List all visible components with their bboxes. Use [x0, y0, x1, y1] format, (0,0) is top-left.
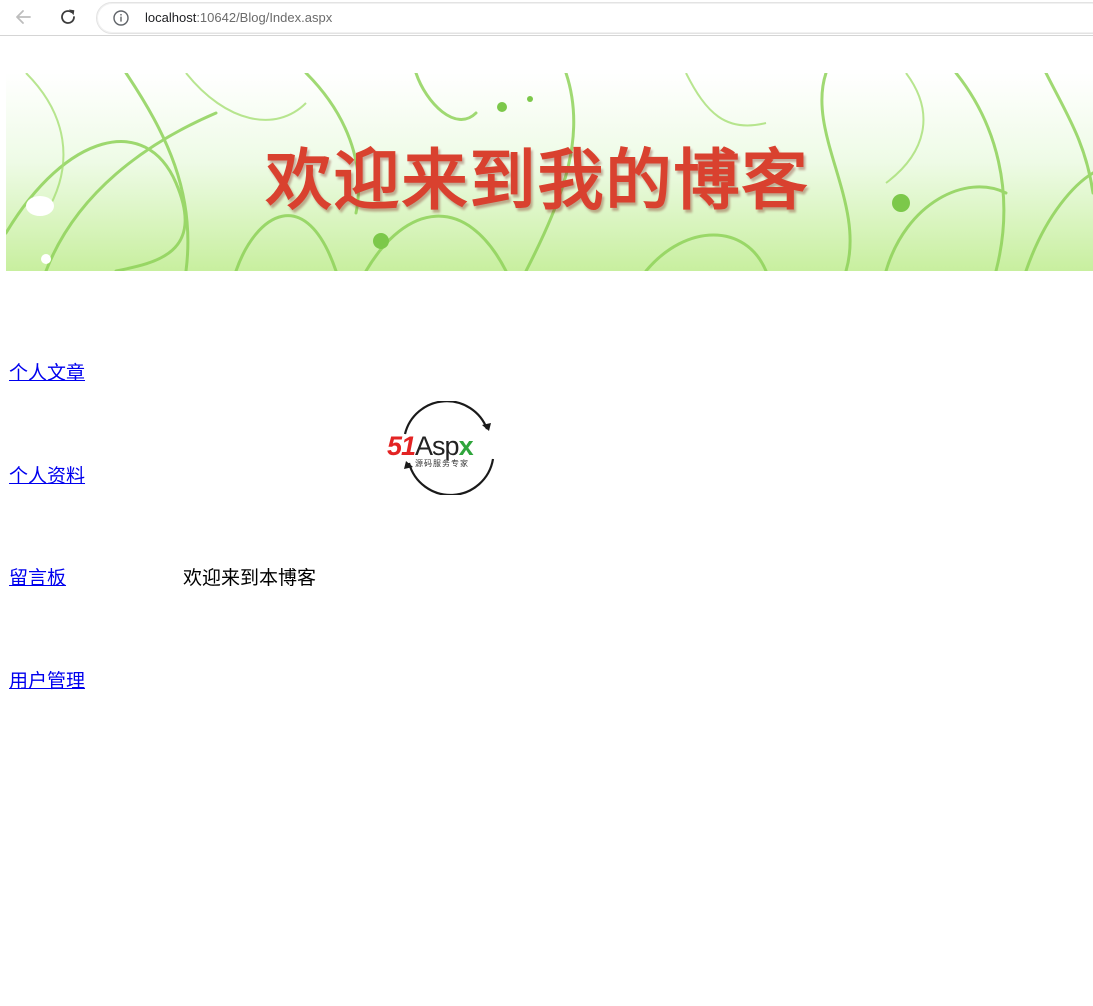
reload-button[interactable] — [55, 4, 81, 30]
reload-icon — [61, 9, 75, 24]
address-bar[interactable]: localhost:10642/Blog/Index.aspx — [96, 2, 1093, 34]
header-banner: 欢迎来到我的博客 — [6, 73, 1093, 271]
logo-wordmark: 51Aspx — [387, 431, 474, 461]
logo-x: x — [458, 431, 474, 461]
banner-title: 欢迎来到我的博客 — [265, 142, 810, 219]
back-arrow-icon — [16, 10, 31, 24]
welcome-text: 欢迎来到本博客 — [183, 567, 317, 589]
browser-toolbar: localhost:10642/Blog/Index.aspx — [0, 0, 1093, 36]
logo-tagline: 源码服务专家 — [415, 459, 469, 468]
url-host: localhost — [145, 10, 197, 25]
site-logo: 51Aspx 源码服务专家 — [385, 400, 513, 497]
logo-asp: Asp — [415, 431, 460, 461]
info-icon[interactable] — [112, 9, 130, 27]
sidebar-link-user-management[interactable]: 用户管理 — [9, 669, 85, 693]
url-text[interactable]: localhost:10642/Blog/Index.aspx — [145, 10, 332, 26]
sidebar-link-articles[interactable]: 个人文章 — [9, 361, 85, 385]
sidebar-link-profile[interactable]: 个人资料 — [9, 464, 85, 488]
sidebar-link-guestbook[interactable]: 留言板 — [9, 566, 66, 590]
url-path: :10642/Blog/Index.aspx — [196, 10, 333, 25]
back-button[interactable] — [11, 4, 37, 30]
logo-number: 51 — [387, 431, 416, 461]
